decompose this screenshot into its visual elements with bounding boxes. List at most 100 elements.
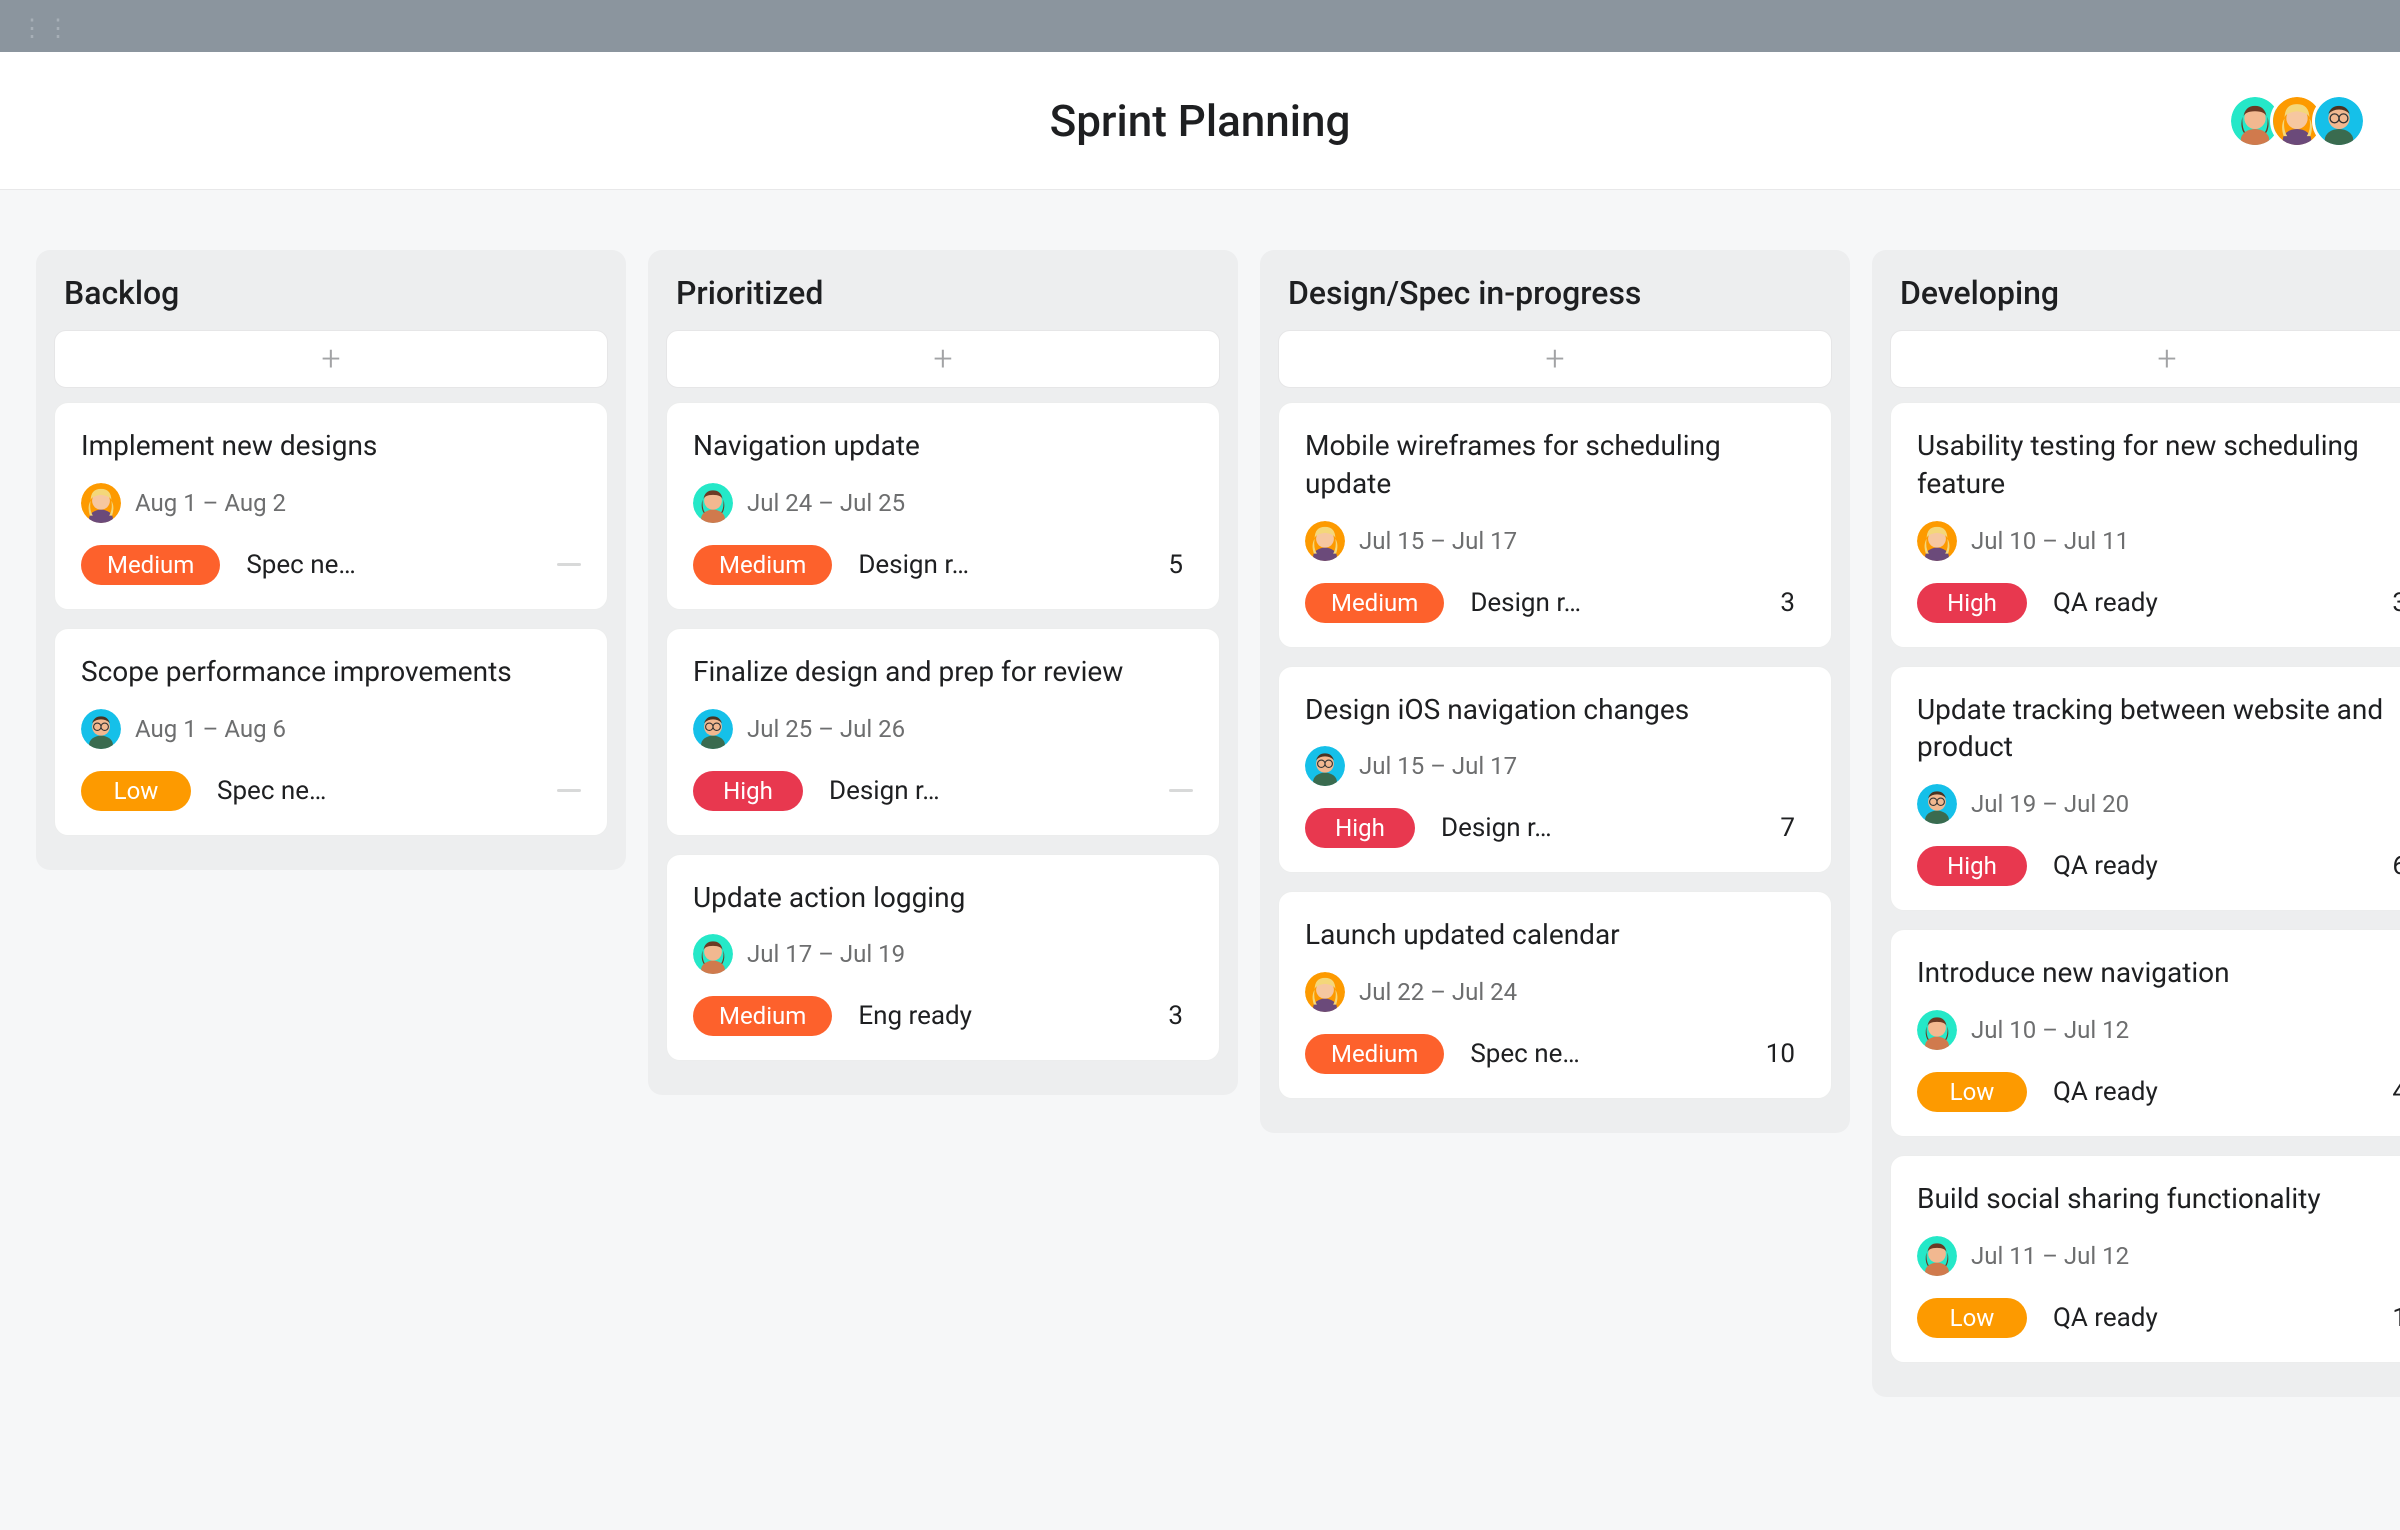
- task-count: 10: [1766, 1039, 1805, 1069]
- priority-pill[interactable]: Low: [81, 771, 191, 811]
- task-card[interactable]: Introduce new navigationJul 10 – Jul 12L…: [1890, 929, 2400, 1137]
- task-title: Update action logging: [693, 879, 1193, 917]
- task-status: Spec ne…: [246, 550, 355, 580]
- task-footer: Low QA ready 4: [1917, 1072, 2400, 1112]
- task-count: 7: [1780, 813, 1805, 843]
- task-title: Update tracking between website and prod…: [1917, 691, 2400, 767]
- empty-count-dash-icon: [557, 789, 581, 792]
- priority-pill[interactable]: Low: [1917, 1072, 2027, 1112]
- task-footer: Medium Design r… 3: [1305, 583, 1805, 623]
- task-dates: Jul 24 – Jul 25: [747, 489, 905, 517]
- task-meta: Jul 24 – Jul 25: [693, 483, 1193, 523]
- task-meta: Jul 17 – Jul 19: [693, 934, 1193, 974]
- task-dates: Jul 17 – Jul 19: [747, 940, 905, 968]
- priority-pill[interactable]: Medium: [81, 545, 220, 585]
- task-count: 3: [1168, 1001, 1193, 1031]
- task-card[interactable]: Update action logging Jul 17 – Jul 19 Medi…: [666, 854, 1220, 1062]
- add-card-button[interactable]: +: [1278, 330, 1832, 388]
- add-card-button[interactable]: +: [1890, 330, 2400, 388]
- kanban-board: Backlog+Implement new designsAug 1 – Aug…: [0, 190, 2400, 1397]
- priority-pill[interactable]: High: [1917, 846, 2027, 886]
- column-prioritized: Prioritized+Navigation updateJul 24 – Ju…: [648, 250, 1238, 1095]
- priority-pill[interactable]: Medium: [1305, 1034, 1444, 1074]
- task-card[interactable]: Scope performance improvements Aug 1 – Au…: [54, 628, 608, 836]
- task-card[interactable]: Navigation update Jul 24 – Jul 25 Medium De…: [666, 402, 1220, 610]
- empty-count-dash-icon: [557, 563, 581, 566]
- task-meta: Jul 15 – Jul 17: [1305, 746, 1805, 786]
- assignee-avatar[interactable]: [693, 709, 733, 749]
- task-card[interactable]: Finalize design and prep for review Jul 2…: [666, 628, 1220, 836]
- task-dates: Aug 1 – Aug 6: [135, 715, 286, 743]
- task-meta: Jul 10 – Jul 12: [1917, 1010, 2400, 1050]
- task-status: Design r…: [858, 550, 969, 580]
- task-status: Design r…: [1470, 588, 1581, 618]
- assignee-avatar[interactable]: [81, 709, 121, 749]
- task-card[interactable]: Build social sharing functionality Jul 11…: [1890, 1155, 2400, 1363]
- plus-icon: +: [1545, 342, 1564, 376]
- plus-icon: +: [933, 342, 952, 376]
- column-backlog: Backlog+Implement new designsAug 1 – Aug…: [36, 250, 626, 870]
- assignee-avatar[interactable]: [693, 934, 733, 974]
- priority-pill[interactable]: High: [1305, 808, 1415, 848]
- task-card[interactable]: Design iOS navigation changesJul 15 – Ju…: [1278, 666, 1832, 874]
- priority-pill[interactable]: Medium: [693, 996, 832, 1036]
- assignee-avatar[interactable]: [693, 483, 733, 523]
- column-developing: Developing+Usability testing for new sch…: [1872, 250, 2400, 1397]
- page-header: Sprint Planning: [0, 52, 2400, 190]
- assignee-avatar[interactable]: [1305, 972, 1345, 1012]
- priority-pill[interactable]: Medium: [1305, 583, 1444, 623]
- plus-icon: +: [2157, 342, 2176, 376]
- task-status: Spec ne…: [1470, 1039, 1579, 1069]
- team-avatars[interactable]: [2240, 94, 2366, 148]
- task-count: 4: [2392, 1077, 2400, 1107]
- task-count: 3: [1780, 588, 1805, 618]
- add-card-button[interactable]: +: [54, 330, 608, 388]
- task-dates: Jul 25 – Jul 26: [747, 715, 905, 743]
- task-footer: LowQA ready1: [1917, 1298, 2400, 1338]
- task-title: Navigation update: [693, 427, 1193, 465]
- priority-pill[interactable]: High: [1917, 583, 2027, 623]
- team-avatar-2[interactable]: [2312, 94, 2366, 148]
- priority-pill[interactable]: Medium: [693, 545, 832, 585]
- task-card[interactable]: Update tracking between website and prod…: [1890, 666, 2400, 912]
- task-dates: Jul 11 – Jul 12: [1971, 1242, 2129, 1270]
- assignee-avatar[interactable]: [1305, 746, 1345, 786]
- task-status: QA ready: [2053, 851, 2158, 881]
- task-footer: HighDesign r…7: [1305, 808, 1805, 848]
- page-title: Sprint Planning: [1050, 95, 1351, 147]
- assignee-avatar[interactable]: [1917, 1236, 1957, 1276]
- menu-dots-icon[interactable]: ⋮⋮: [0, 0, 92, 56]
- priority-pill[interactable]: Low: [1917, 1298, 2027, 1338]
- assignee-avatar[interactable]: [1917, 1010, 1957, 1050]
- empty-count-dash-icon: [1169, 789, 1193, 792]
- column-title: Backlog: [36, 250, 626, 330]
- task-card[interactable]: Launch updated calendarJul 22 – Jul 24Me…: [1278, 891, 1832, 1099]
- task-card[interactable]: Implement new designsAug 1 – Aug 2Medium…: [54, 402, 608, 610]
- add-card-button[interactable]: +: [666, 330, 1220, 388]
- task-title: Scope performance improvements: [81, 653, 581, 691]
- assignee-avatar[interactable]: [1305, 521, 1345, 561]
- task-count: 1: [2392, 1303, 2400, 1333]
- task-title: Implement new designs: [81, 427, 581, 465]
- task-footer: HighDesign r…: [693, 771, 1193, 811]
- task-title: Mobile wireframes for scheduling update: [1305, 427, 1805, 503]
- task-title: Finalize design and prep for review: [693, 653, 1193, 691]
- task-title: Build social sharing functionality: [1917, 1180, 2400, 1218]
- assignee-avatar[interactable]: [81, 483, 121, 523]
- task-meta: Jul 10 – Jul 11: [1917, 521, 2400, 561]
- task-card[interactable]: Usability testing for new scheduling fea…: [1890, 402, 2400, 648]
- task-dates: Jul 15 – Jul 17: [1359, 752, 1517, 780]
- assignee-avatar[interactable]: [1917, 784, 1957, 824]
- assignee-avatar[interactable]: [1917, 521, 1957, 561]
- priority-pill[interactable]: High: [693, 771, 803, 811]
- task-meta: Jul 15 – Jul 17: [1305, 521, 1805, 561]
- task-footer: Medium Eng ready 3: [693, 996, 1193, 1036]
- task-dates: Jul 15 – Jul 17: [1359, 527, 1517, 555]
- task-meta: Aug 1 – Aug 6: [81, 709, 581, 749]
- task-dates: Jul 22 – Jul 24: [1359, 978, 1517, 1006]
- task-status: QA ready: [2053, 1077, 2158, 1107]
- task-meta: Jul 22 – Jul 24: [1305, 972, 1805, 1012]
- task-status: Eng ready: [858, 1001, 972, 1031]
- task-card[interactable]: Mobile wireframes for scheduling update J…: [1278, 402, 1832, 648]
- task-status: QA ready: [2053, 588, 2158, 618]
